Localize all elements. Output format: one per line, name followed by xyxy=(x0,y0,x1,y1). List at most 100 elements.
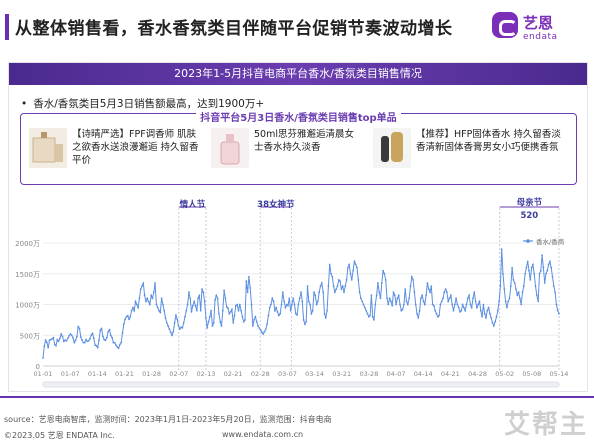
data-point xyxy=(145,300,147,303)
data-point xyxy=(408,297,411,300)
data-point xyxy=(143,294,146,297)
data-point xyxy=(529,279,532,281)
y-tick-label: 2000万 xyxy=(15,240,40,248)
data-point xyxy=(474,300,477,303)
data-point xyxy=(284,306,287,309)
data-point xyxy=(116,346,119,348)
data-point xyxy=(215,294,218,297)
data-point xyxy=(318,291,321,294)
data-point xyxy=(151,297,154,300)
data-point xyxy=(440,300,443,303)
data-point xyxy=(231,308,233,311)
data-point xyxy=(414,303,417,306)
data-point xyxy=(212,322,215,324)
data-point xyxy=(508,297,511,300)
data-point xyxy=(264,328,267,330)
data-point xyxy=(448,297,451,300)
data-point xyxy=(130,309,133,312)
data-point xyxy=(418,309,421,312)
data-point xyxy=(160,297,163,300)
data-point xyxy=(383,272,386,275)
logo-cn-text: 艺恩 xyxy=(523,14,554,32)
x-tick-label: 04-14 xyxy=(414,370,433,378)
x-tick-label: 04-07 xyxy=(387,370,406,378)
data-point xyxy=(85,338,87,341)
data-point xyxy=(384,279,387,281)
data-point xyxy=(452,309,455,312)
data-point xyxy=(512,279,515,281)
annotation-label: 母亲节 xyxy=(517,197,543,208)
data-point xyxy=(102,335,104,338)
data-point xyxy=(135,303,138,306)
data-point xyxy=(322,291,325,294)
data-point xyxy=(184,315,186,318)
y-tick-label: 1500万 xyxy=(15,271,40,279)
data-point xyxy=(186,303,189,306)
data-point xyxy=(119,343,121,346)
data-point xyxy=(413,291,416,294)
data-point xyxy=(444,288,447,290)
data-point xyxy=(358,291,361,294)
data-point xyxy=(313,291,315,294)
data-point xyxy=(134,300,137,303)
data-point xyxy=(250,303,253,306)
data-point xyxy=(509,285,512,287)
data-point xyxy=(142,282,145,284)
header: 从整体销售看，香水香氛类目伴随平台促销节奏波动增长 艺恩 endata xyxy=(0,0,594,58)
y-tick-label: 500万 xyxy=(20,332,40,340)
data-point xyxy=(538,272,541,275)
data-point xyxy=(138,297,141,300)
data-point xyxy=(506,306,508,309)
data-point xyxy=(124,318,126,321)
data-point xyxy=(311,309,314,312)
footer-url: www.endata.com.cn xyxy=(222,430,304,439)
data-point xyxy=(195,309,198,312)
data-point xyxy=(453,303,456,306)
data-point xyxy=(446,291,448,294)
data-point xyxy=(504,300,507,303)
data-point xyxy=(552,285,555,287)
data-point xyxy=(315,303,318,306)
data-point xyxy=(324,317,327,319)
data-point xyxy=(249,287,252,289)
data-point xyxy=(468,294,470,297)
data-point xyxy=(356,266,358,269)
data-point xyxy=(542,266,545,269)
data-point xyxy=(466,297,469,300)
data-point xyxy=(392,291,395,294)
data-point xyxy=(547,263,550,266)
data-point xyxy=(412,279,414,281)
data-point xyxy=(327,285,330,287)
data-point xyxy=(288,297,291,300)
data-point xyxy=(348,263,351,266)
data-point xyxy=(347,266,349,269)
data-point xyxy=(421,294,424,297)
watermark: 艾帮主 xyxy=(503,410,588,440)
data-point xyxy=(83,341,86,344)
data-point xyxy=(369,314,371,317)
data-point xyxy=(309,303,311,306)
annotation-sublabel: 520 xyxy=(520,211,538,221)
data-point xyxy=(395,303,397,306)
data-point xyxy=(341,285,344,287)
data-point xyxy=(46,341,48,344)
data-point xyxy=(422,300,425,303)
data-point xyxy=(237,309,240,312)
data-point xyxy=(365,309,368,312)
data-point xyxy=(386,297,388,300)
data-point xyxy=(302,319,305,321)
data-point xyxy=(330,272,332,275)
data-point xyxy=(194,304,197,307)
data-point xyxy=(410,275,413,278)
data-point xyxy=(524,272,526,275)
data-point xyxy=(556,309,559,312)
data-point xyxy=(550,266,553,269)
data-point xyxy=(314,294,317,297)
data-point xyxy=(236,303,239,306)
data-point xyxy=(268,306,271,309)
y-tick-label: 1000万 xyxy=(15,302,40,310)
data-point xyxy=(206,327,209,329)
data-point xyxy=(261,331,263,334)
data-point xyxy=(163,309,166,312)
data-point xyxy=(115,344,117,346)
